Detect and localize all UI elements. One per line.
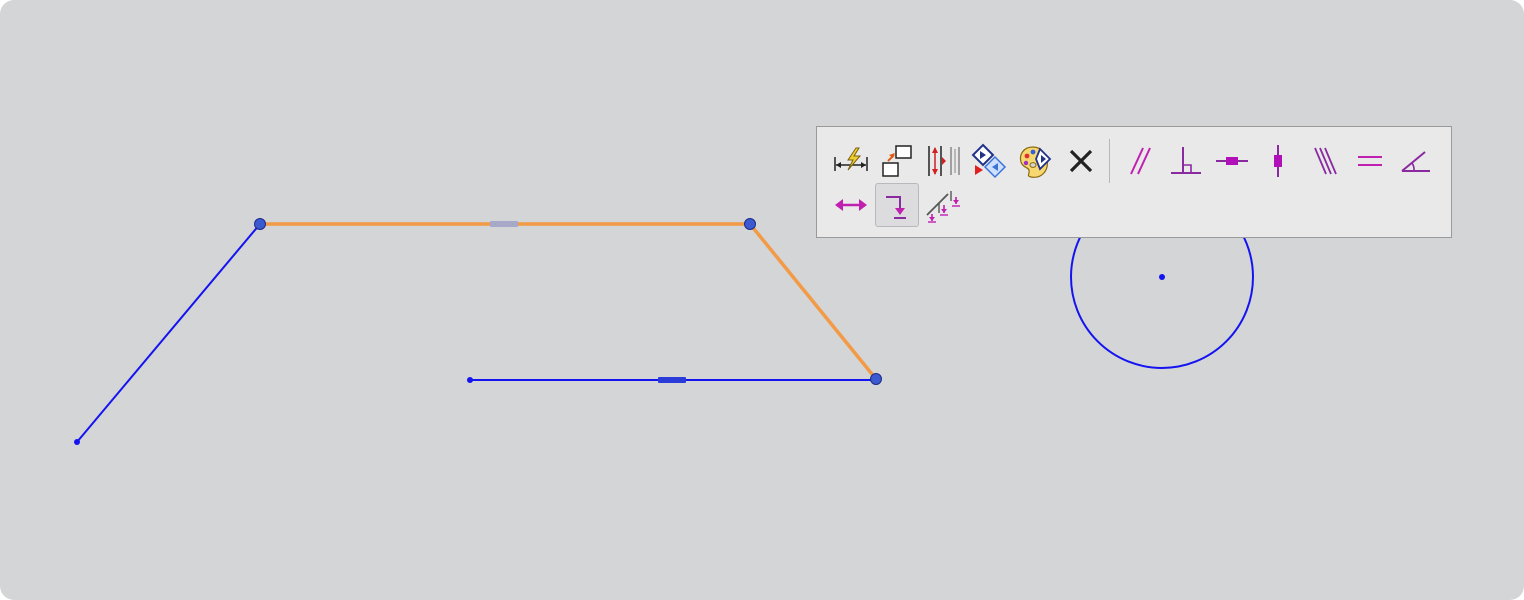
drive-dimension-button[interactable] (967, 139, 1011, 183)
display-options-button[interactable] (1013, 139, 1057, 183)
connect-point[interactable] (254, 218, 266, 230)
symmetric-arrow-icon (835, 199, 867, 211)
dimension-vertical-icon (928, 146, 960, 176)
sketch-line-left-diagonal[interactable] (76, 223, 261, 443)
tangent-icon (926, 191, 960, 223)
sketch-canvas[interactable] (0, 0, 1524, 600)
collinear-icon (1314, 147, 1337, 175)
sketch-point[interactable] (467, 377, 473, 383)
point-on-curve-button[interactable] (875, 183, 919, 227)
toolbar-row-2 (829, 183, 967, 227)
selected-line-right-diagonal[interactable] (748, 222, 878, 381)
equal-icon (1358, 156, 1382, 166)
toolbar-row-1 (829, 139, 1440, 183)
point-on-curve-icon (886, 196, 906, 219)
angle-icon (1401, 151, 1430, 172)
perpendicular-button[interactable] (1164, 139, 1208, 183)
circle-center-point[interactable] (1159, 274, 1165, 280)
tangent-button[interactable] (921, 183, 965, 227)
connect-point[interactable] (744, 218, 756, 230)
smart-dimension-button[interactable] (829, 139, 873, 183)
horizontal-constraint-marker (490, 221, 518, 227)
horizontal-icon (1216, 157, 1248, 165)
symmetric-button[interactable] (829, 183, 873, 227)
palette-icon (1019, 146, 1052, 178)
sketch-geometry[interactable] (0, 0, 1524, 600)
delete-button[interactable] (1059, 139, 1103, 183)
vertical-icon (1274, 145, 1282, 177)
collinear-button[interactable] (1302, 139, 1346, 183)
close-icon (1069, 149, 1093, 173)
dimension-vertical-button[interactable] (921, 139, 965, 183)
relate-icon (882, 145, 912, 177)
sketch-point[interactable] (74, 439, 80, 445)
smart-dimension-icon (834, 147, 868, 171)
angle-button[interactable] (1394, 139, 1438, 183)
parallel-button[interactable] (1118, 139, 1162, 183)
perpendicular-icon (1171, 147, 1201, 174)
parallel-icon (1130, 147, 1151, 175)
relations-toolbar (816, 126, 1452, 238)
vertical-button[interactable] (1256, 139, 1300, 183)
equal-button[interactable] (1348, 139, 1392, 183)
relate-button[interactable] (875, 139, 919, 183)
connect-point[interactable] (870, 373, 882, 385)
drive-dimension-icon (971, 143, 1007, 179)
horizontal-button[interactable] (1210, 139, 1254, 183)
horizontal-constraint-marker (658, 377, 686, 383)
toolbar-separator (1109, 139, 1110, 183)
